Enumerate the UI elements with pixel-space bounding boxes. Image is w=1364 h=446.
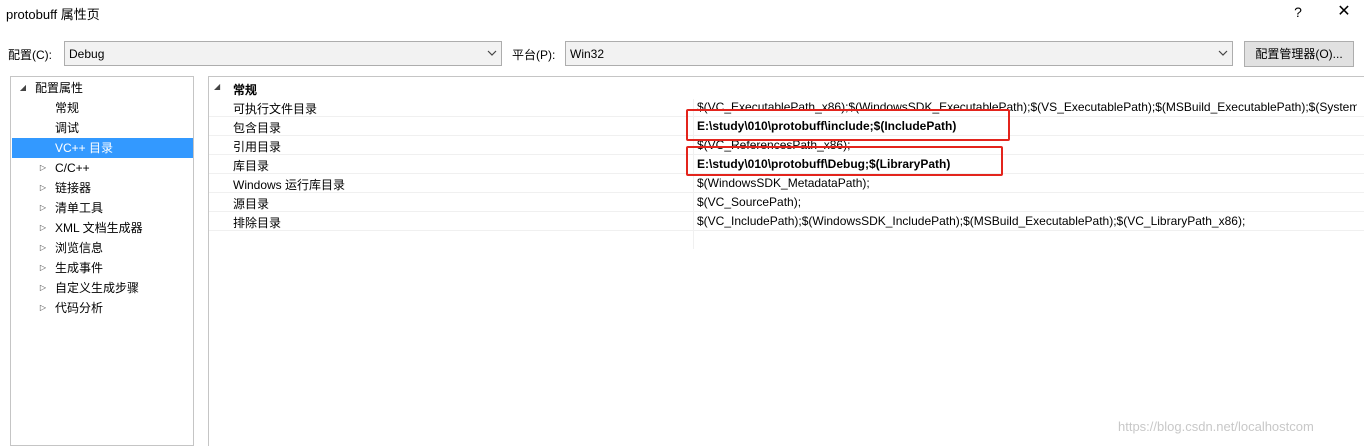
title-bar: protobuff 属性页 ? ✕	[0, 0, 1364, 26]
property-name: Windows 运行库目录	[233, 178, 346, 192]
property-name: 包含目录	[233, 121, 282, 135]
highlight-box-include	[686, 109, 1010, 141]
config-value: Debug	[69, 47, 105, 61]
expand-icon[interactable]: ▷	[38, 258, 48, 278]
tree-item-label: 浏览信息	[55, 241, 104, 255]
platform-dropdown[interactable]: Win32	[565, 41, 1233, 66]
section-header-general[interactable]: ◢ 常规	[209, 79, 1364, 97]
property-row-exclude-dirs[interactable]: 排除目录 $(VC_IncludePath);$(WindowsSDK_Incl…	[209, 212, 1364, 231]
tree-item-cpp[interactable]: ▷ C/C++	[12, 158, 193, 178]
tree-item-label: 清单工具	[55, 201, 104, 215]
tree-item-label: 配置属性	[35, 81, 84, 95]
config-label: 配置(C):	[8, 48, 52, 62]
chevron-down-icon	[487, 46, 497, 60]
tree-item-xml-doc-generator[interactable]: ▷ XML 文档生成器	[12, 218, 193, 238]
tree-item-label: 生成事件	[55, 261, 104, 275]
expand-icon[interactable]: ▷	[38, 238, 48, 258]
tree-item-linker[interactable]: ▷ 链接器	[12, 178, 193, 198]
property-row-source-dirs[interactable]: 源目录 $(VC_SourcePath);	[209, 193, 1364, 212]
tree-item-label: XML 文档生成器	[55, 221, 143, 235]
expand-icon[interactable]: ▷	[38, 278, 48, 298]
property-row-winrt-dirs[interactable]: Windows 运行库目录 $(WindowsSDK_MetadataPath)…	[209, 174, 1364, 193]
window-title: protobuff 属性页	[6, 7, 100, 22]
tree-item-label: 调试	[55, 121, 80, 135]
tree-item-build-events[interactable]: ▷ 生成事件	[12, 258, 193, 278]
collapse-icon[interactable]: ◢	[18, 78, 28, 98]
watermark: https://blog.csdn.net/localhostcom	[1118, 419, 1314, 434]
expand-icon[interactable]: ▷	[38, 198, 48, 218]
tree-item-custom-build-step[interactable]: ▷ 自定义生成步骤	[12, 278, 193, 298]
tree-item-label: 自定义生成步骤	[55, 281, 140, 295]
tree-item-browse-info[interactable]: ▷ 浏览信息	[12, 238, 193, 258]
tree-item-label: C/C++	[55, 161, 90, 175]
tree-item-code-analysis[interactable]: ▷ 代码分析	[12, 298, 193, 318]
collapse-icon[interactable]: ◢	[214, 82, 220, 91]
tree-item-debugging[interactable]: 调试	[12, 118, 193, 138]
tree-item-label: VC++ 目录	[55, 141, 114, 155]
highlight-box-library	[686, 146, 1003, 176]
help-button[interactable]: ?	[1288, 2, 1308, 22]
property-value[interactable]: $(WindowsSDK_MetadataPath);	[697, 176, 1357, 190]
tree-item-label: 代码分析	[55, 301, 104, 315]
property-name: 引用目录	[233, 140, 282, 154]
tree-item-label: 常规	[55, 101, 80, 115]
tree-item-general[interactable]: 常规	[12, 98, 193, 118]
platform-label: 平台(P):	[512, 48, 556, 62]
close-button[interactable]: ✕	[1334, 2, 1354, 22]
platform-value: Win32	[570, 47, 605, 61]
property-value[interactable]: $(VC_SourcePath);	[697, 195, 1357, 209]
expand-icon[interactable]: ▷	[38, 158, 48, 178]
property-value[interactable]: $(VC_IncludePath);$(WindowsSDK_IncludePa…	[697, 214, 1357, 228]
tree-item-config-properties[interactable]: ◢ 配置属性	[12, 78, 193, 98]
expand-icon[interactable]: ▷	[38, 178, 48, 198]
property-name: 可执行文件目录	[233, 102, 318, 116]
chevron-down-icon	[1218, 46, 1228, 60]
property-name: 源目录	[233, 197, 270, 211]
section-label: 常规	[233, 83, 258, 97]
tree-item-label: 链接器	[55, 181, 92, 195]
tree-item-vc-directories[interactable]: VC++ 目录	[12, 138, 193, 158]
property-tree: ◢ 配置属性 常规 调试 VC++ 目录 ▷ C/C++ ▷ 链接器 ▷ 清单工…	[10, 76, 194, 446]
expand-icon[interactable]: ▷	[38, 298, 48, 318]
config-dropdown[interactable]: Debug	[64, 41, 502, 66]
tree-item-manifest-tool[interactable]: ▷ 清单工具	[12, 198, 193, 218]
property-name: 库目录	[233, 159, 270, 173]
configuration-manager-button[interactable]: 配置管理器(O)...	[1244, 41, 1354, 67]
property-name: 排除目录	[233, 216, 282, 230]
expand-icon[interactable]: ▷	[38, 218, 48, 238]
